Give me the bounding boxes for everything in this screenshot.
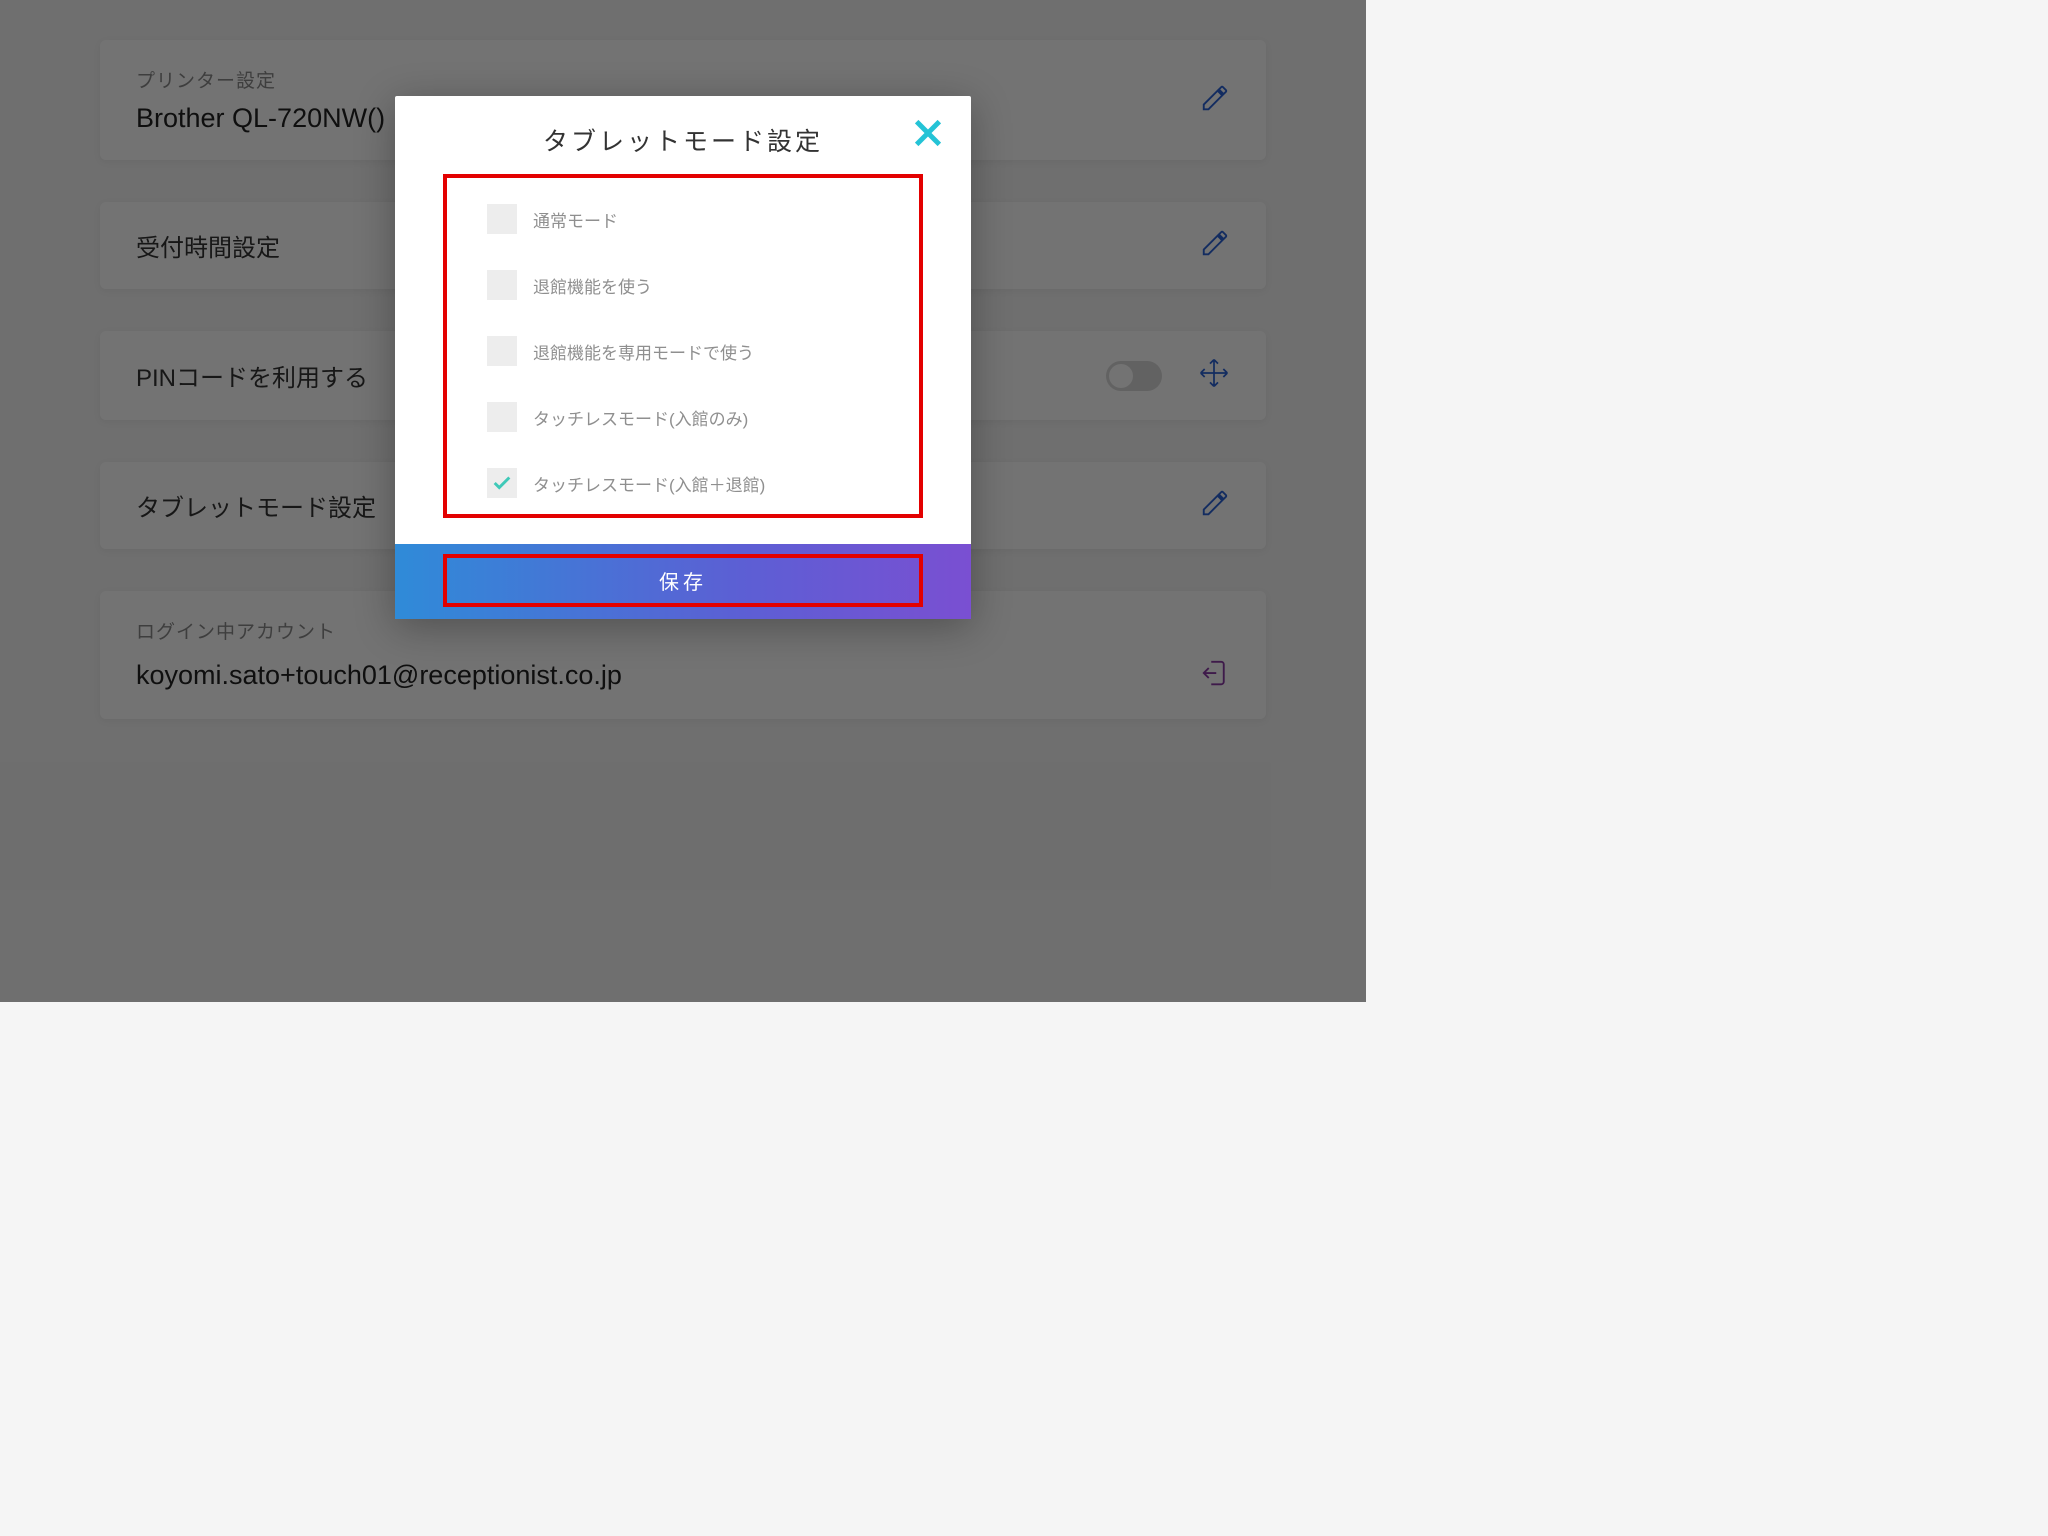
option-touchless-inout[interactable]: タッチレスモード(入館＋退館) [487,468,879,498]
option-label: 退館機能を使う [533,273,652,298]
checkbox[interactable] [487,402,517,432]
option-label: タッチレスモード(入館のみ) [533,405,748,430]
option-normal-mode[interactable]: 通常モード [487,204,879,234]
save-highlight: 保存 [443,554,923,607]
close-icon[interactable] [911,116,945,155]
option-checkout[interactable]: 退館機能を使う [487,270,879,300]
option-label: 退館機能を専用モードで使う [533,339,754,364]
options-highlight: 通常モード 退館機能を使う 退館機能を専用モードで使う タッチレスモード(入館の… [443,174,923,518]
checkbox[interactable] [487,204,517,234]
modal-overlay[interactable]: タブレットモード設定 通常モード 退館機能を使う 退館機能を専用モードで使う [0,0,1366,1002]
option-label: 通常モード [533,207,618,232]
modal-title: タブレットモード設定 [543,122,823,158]
option-label: タッチレスモード(入館＋退館) [533,471,765,496]
save-button[interactable]: 保存 [449,560,917,601]
checkbox[interactable] [487,336,517,366]
option-checkout-dedicated[interactable]: 退館機能を専用モードで使う [487,336,879,366]
tablet-mode-modal: タブレットモード設定 通常モード 退館機能を使う 退館機能を専用モードで使う [395,96,971,619]
option-touchless-in[interactable]: タッチレスモード(入館のみ) [487,402,879,432]
checkbox[interactable] [487,468,517,498]
checkbox[interactable] [487,270,517,300]
